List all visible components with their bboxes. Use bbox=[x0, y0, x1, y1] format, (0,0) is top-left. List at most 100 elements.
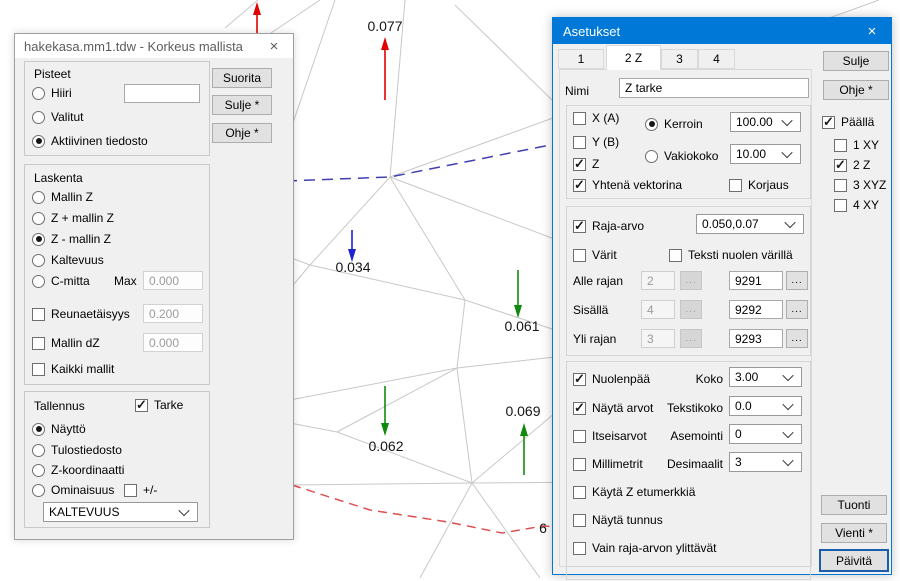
radio-icon[interactable] bbox=[32, 484, 45, 497]
radio-kerroin[interactable]: Kerroin bbox=[645, 117, 703, 131]
checkbox-icon[interactable] bbox=[573, 402, 586, 415]
checkbox-icon[interactable] bbox=[573, 249, 586, 262]
yli-rajan-code-browse-button[interactable]: ... bbox=[786, 329, 808, 348]
layer-2-z-checkbox-row[interactable]: 2 Z bbox=[834, 158, 870, 172]
checkbox-icon[interactable] bbox=[573, 112, 586, 125]
nayta-tunnus-checkbox-row[interactable]: Näytä tunnus bbox=[573, 513, 663, 527]
kerroin-combo[interactable]: 100.00 bbox=[730, 112, 801, 132]
checkbox-icon[interactable] bbox=[135, 399, 148, 412]
tab-2-z[interactable]: 2 Z bbox=[606, 45, 661, 70]
close-icon[interactable]: × bbox=[853, 18, 891, 44]
radio-vakiokoko[interactable]: Vakiokoko bbox=[645, 149, 718, 163]
radio-kaltevuus[interactable]: Kaltevuus bbox=[32, 253, 104, 267]
radio-ominaisuus[interactable]: Ominaisuus bbox=[32, 483, 114, 497]
varit-checkbox-row[interactable]: Värit bbox=[573, 248, 617, 262]
checkbox-icon[interactable] bbox=[573, 158, 586, 171]
yhtena-vektorina-checkbox-row[interactable]: Yhtenä vektorina bbox=[573, 178, 682, 192]
asemointi-combo[interactable]: 0 bbox=[729, 424, 802, 444]
tuonti-button[interactable]: Tuonti bbox=[821, 495, 887, 515]
raja-arvo-checkbox-row[interactable]: Raja-arvo bbox=[573, 219, 644, 233]
radio-icon[interactable] bbox=[645, 118, 658, 131]
radio-icon[interactable] bbox=[32, 254, 45, 267]
radio-icon[interactable] bbox=[32, 275, 45, 288]
kaikki-mallit-checkbox-row[interactable]: Kaikki mallit bbox=[32, 362, 114, 376]
checkbox-icon[interactable] bbox=[573, 458, 586, 471]
nuolenpaa-checkbox-row[interactable]: Nuolenpää bbox=[573, 372, 650, 386]
yli-rajan-code-field[interactable]: 9293 bbox=[729, 329, 783, 348]
ohje-button[interactable]: Ohje * bbox=[212, 123, 272, 143]
radio-mallin-z[interactable]: Mallin Z bbox=[32, 190, 93, 204]
y-b-checkbox-row[interactable]: Y (B) bbox=[573, 135, 619, 149]
tarke-checkbox-row[interactable]: Tarke bbox=[135, 398, 183, 412]
checkbox-icon[interactable] bbox=[32, 308, 45, 321]
checkbox-icon[interactable] bbox=[834, 139, 847, 152]
vain-raja-arvon-ylittavat-checkbox-row[interactable]: Vain raja-arvon ylittävät bbox=[573, 541, 717, 555]
itseisarvot-checkbox-row[interactable]: Itseisarvot bbox=[573, 429, 647, 443]
checkbox-icon[interactable] bbox=[573, 486, 586, 499]
ominaisuus-dropdown[interactable]: KALTEVUUS bbox=[43, 502, 198, 522]
checkbox-icon[interactable] bbox=[729, 179, 742, 192]
alle-rajan-code-field[interactable]: 9291 bbox=[729, 271, 783, 290]
radio-valitut[interactable]: Valitut bbox=[32, 110, 83, 124]
mallin-dz-checkbox-row[interactable]: Mallin dZ bbox=[32, 336, 100, 350]
radio-icon[interactable] bbox=[32, 87, 45, 100]
paalla-checkbox-row[interactable]: Päällä bbox=[822, 115, 874, 129]
checkbox-icon[interactable] bbox=[834, 199, 847, 212]
checkbox-icon[interactable] bbox=[669, 249, 682, 262]
tekstikoko-combo[interactable]: 0.0 bbox=[729, 396, 802, 416]
tab-4[interactable]: 4 bbox=[698, 49, 735, 69]
radio-icon[interactable] bbox=[32, 135, 45, 148]
vienti-button[interactable]: Vienti * bbox=[821, 523, 887, 543]
radio-z-koordinaatti[interactable]: Z-koordinaatti bbox=[32, 463, 124, 477]
radio-icon[interactable] bbox=[32, 444, 45, 457]
checkbox-icon[interactable] bbox=[822, 116, 835, 129]
vakiokoko-combo[interactable]: 10.00 bbox=[730, 144, 801, 164]
layer-3-xyz-checkbox-row[interactable]: 3 XYZ bbox=[834, 178, 886, 192]
nayta-arvot-checkbox-row[interactable]: Näytä arvot bbox=[573, 401, 653, 415]
radio-z-plus-mallin-z[interactable]: Z + mallin Z bbox=[32, 211, 114, 225]
checkbox-icon[interactable] bbox=[32, 363, 45, 376]
z-checkbox-row[interactable]: Z bbox=[573, 157, 599, 171]
millimetrit-checkbox-row[interactable]: Millimetrit bbox=[573, 457, 643, 471]
sulje-button[interactable]: Sulje bbox=[823, 51, 889, 71]
radio-icon[interactable] bbox=[32, 423, 45, 436]
raja-arvo-combo[interactable]: 0.050,0.07 bbox=[696, 214, 804, 234]
desimaalit-combo[interactable]: 3 bbox=[729, 452, 802, 472]
plusminus-checkbox-row[interactable]: +/- bbox=[124, 483, 157, 497]
checkbox-icon[interactable] bbox=[573, 373, 586, 386]
radio-tulostiedosto[interactable]: Tulostiedosto bbox=[32, 443, 122, 457]
radio-icon[interactable] bbox=[32, 111, 45, 124]
radio-icon[interactable] bbox=[32, 212, 45, 225]
paivita-button[interactable]: Päivitä bbox=[819, 549, 889, 572]
alle-rajan-code-browse-button[interactable]: ... bbox=[786, 271, 808, 290]
checkbox-icon[interactable] bbox=[834, 179, 847, 192]
kayta-z-etumerkkia-checkbox-row[interactable]: Käytä Z etumerkkiä bbox=[573, 485, 695, 499]
hiiri-count-field[interactable] bbox=[124, 84, 200, 103]
nimi-field[interactable]: Z tarke bbox=[619, 78, 809, 98]
x-a-checkbox-row[interactable]: X (A) bbox=[573, 111, 619, 125]
checkbox-icon[interactable] bbox=[32, 337, 45, 350]
checkbox-icon[interactable] bbox=[573, 430, 586, 443]
radio-aktiivinen-tiedosto[interactable]: Aktiivinen tiedosto bbox=[32, 134, 148, 148]
close-icon[interactable]: × bbox=[255, 34, 293, 58]
layer-1-xy-checkbox-row[interactable]: 1 XY bbox=[834, 138, 879, 152]
korjaus-checkbox-row[interactable]: Korjaus bbox=[729, 178, 789, 192]
radio-c-mitta[interactable]: C-mitta bbox=[32, 274, 90, 288]
radio-z-minus-mallin-z[interactable]: Z - mallin Z bbox=[32, 232, 111, 246]
sisalla-code-field[interactable]: 9292 bbox=[729, 300, 783, 319]
checkbox-icon[interactable] bbox=[124, 484, 137, 497]
ohje-button[interactable]: Ohje * bbox=[823, 80, 889, 100]
radio-hiiri[interactable]: Hiiri bbox=[32, 86, 72, 100]
radio-icon[interactable] bbox=[32, 191, 45, 204]
radio-naytto[interactable]: Näyttö bbox=[32, 422, 86, 436]
checkbox-icon[interactable] bbox=[573, 179, 586, 192]
checkbox-icon[interactable] bbox=[834, 159, 847, 172]
reunaetaisyys-checkbox-row[interactable]: Reunaetäisyys bbox=[32, 307, 130, 321]
suorita-button[interactable]: Suorita bbox=[212, 68, 272, 88]
radio-icon[interactable] bbox=[32, 233, 45, 246]
layer-4-xy-checkbox-row[interactable]: 4 XY bbox=[834, 198, 879, 212]
tab-3[interactable]: 3 bbox=[661, 49, 698, 69]
checkbox-icon[interactable] bbox=[573, 136, 586, 149]
checkbox-icon[interactable] bbox=[573, 514, 586, 527]
radio-icon[interactable] bbox=[32, 464, 45, 477]
